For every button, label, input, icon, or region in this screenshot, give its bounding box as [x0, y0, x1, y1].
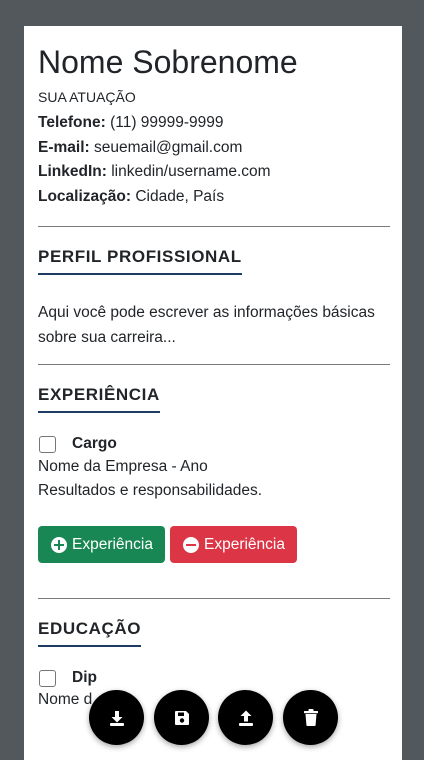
save-button[interactable] [154, 690, 209, 745]
save-icon [174, 710, 189, 725]
education-item-header: Dip [38, 669, 390, 687]
contact-label: LinkedIn: [38, 163, 107, 180]
contact-phone[interactable]: Telefone: (11) 99999-9999 [38, 111, 390, 136]
contact-value: linkedin/username.com [111, 163, 271, 180]
download-icon [109, 710, 124, 726]
profile-text[interactable]: Aqui você pode escrever as informações b… [38, 300, 390, 350]
experience-item: Cargo Nome da Empresa - Ano Resultados e… [38, 435, 390, 503]
section-title-profile: PERFIL PROFISSIONAL [38, 247, 242, 275]
experience-details[interactable]: Resultados e responsabilidades. [38, 479, 390, 503]
experience-item-header: Cargo [38, 435, 390, 453]
section-title-experience: EXPERIÊNCIA [38, 385, 160, 413]
resume-name[interactable]: Nome Sobrenome [38, 44, 390, 80]
experience-company[interactable]: Nome da Empresa - Ano [38, 455, 390, 479]
education-section: EDUCAÇÃO Dip Nome d [38, 619, 390, 712]
upload-icon [238, 710, 253, 726]
contact-value: seuemail@gmail.com [94, 138, 243, 156]
minus-circle-icon [183, 536, 199, 553]
contact-value: (11) 99999-9999 [110, 114, 224, 131]
resume-role[interactable]: SUA ATUAÇÃO [38, 88, 390, 106]
profile-section: PERFIL PROFISSIONAL Aqui você pode escre… [38, 247, 390, 350]
contact-label: Localização: [38, 187, 132, 205]
experience-cargo[interactable]: Cargo [72, 435, 117, 453]
upload-button[interactable] [218, 690, 273, 745]
remove-experience-label: Experiência [204, 535, 285, 553]
resume-paper: Nome Sobrenome SUA ATUAÇÃO Telefone: (11… [24, 26, 402, 760]
plus-circle-icon [51, 536, 67, 553]
experience-actions: Experiência Experiência [38, 526, 390, 563]
add-experience-button[interactable]: Experiência [38, 526, 165, 563]
divider [38, 226, 390, 227]
experience-select-checkbox[interactable] [39, 435, 56, 453]
download-button[interactable] [89, 690, 144, 745]
contact-location[interactable]: Localização: Cidade, País [38, 185, 390, 210]
divider [38, 364, 390, 365]
experience-section: EXPERIÊNCIA Cargo Nome da Empresa - Ano … [38, 385, 390, 563]
delete-button[interactable] [283, 690, 338, 745]
contact-value: Cidade, País [135, 187, 225, 205]
contact-info: Telefone: (11) 99999-9999 E-mail: seuema… [38, 111, 390, 209]
contact-email[interactable]: E-mail: seuemail@gmail.com [38, 136, 390, 161]
remove-experience-button[interactable]: Experiência [170, 526, 297, 563]
contact-linkedin[interactable]: LinkedIn: linkedin/username.com [38, 160, 390, 185]
trash-icon [303, 709, 318, 726]
add-experience-label: Experiência [72, 535, 153, 553]
contact-label: E-mail: [38, 138, 90, 156]
education-select-checkbox[interactable] [39, 669, 56, 687]
section-title-education: EDUCAÇÃO [38, 619, 142, 647]
divider [38, 598, 390, 599]
education-degree[interactable]: Dip [72, 669, 97, 687]
contact-label: Telefone: [38, 114, 106, 131]
